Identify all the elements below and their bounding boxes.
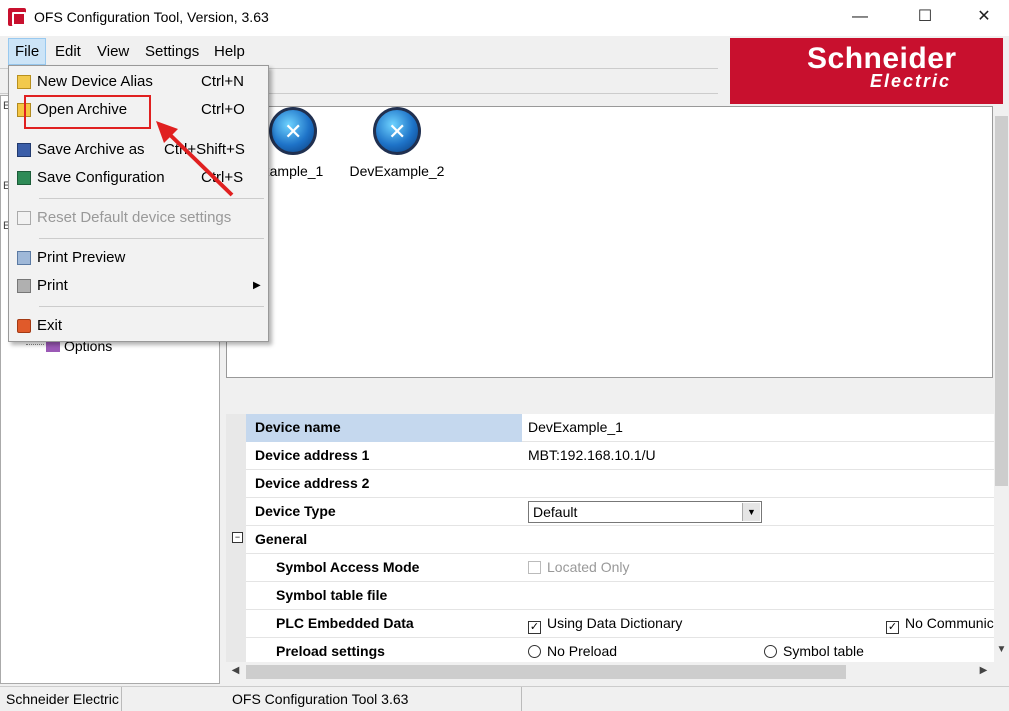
scroll-left-icon[interactable]: ◀ xyxy=(228,665,243,676)
save-icon xyxy=(17,171,31,185)
minimize-button[interactable]: — xyxy=(837,0,883,34)
menu-item-label: Save Configuration xyxy=(37,169,165,186)
property-name: Device Type xyxy=(255,503,336,519)
property-name: Device address 2 xyxy=(255,475,370,491)
vertical-scrollbar[interactable]: ▼ xyxy=(994,106,1009,662)
property-name: PLC Embedded Data xyxy=(276,615,414,631)
app-icon[interactable] xyxy=(8,8,26,26)
data-dictionary-checkbox[interactable]: ✓ xyxy=(528,621,541,634)
submenu-arrow-icon: ▶ xyxy=(253,280,261,291)
menu-item-shortcut: Ctrl+N xyxy=(201,73,244,90)
menu-separator xyxy=(39,238,264,239)
property-name: Preload settings xyxy=(276,643,385,659)
menu-item-label: Reset Default device settings xyxy=(37,209,232,226)
property-name: Symbol Access Mode xyxy=(276,559,420,575)
window-title: OFS Configuration Tool, Version, 3.63 xyxy=(34,9,269,25)
menu-item-label: Print Preview xyxy=(37,249,126,266)
property-row[interactable]: Symbol Access Mode Located Only xyxy=(246,554,994,582)
close-button[interactable]: ✕ xyxy=(961,0,1007,34)
checkbox-label: No Communic xyxy=(905,615,994,631)
status-app: OFS Configuration Tool 3.63 xyxy=(226,687,522,711)
scroll-right-icon[interactable]: ▶ xyxy=(976,665,991,676)
radio-label: No Preload xyxy=(547,643,618,659)
highlight-box xyxy=(24,95,151,129)
menu-item-label: New Device Alias xyxy=(37,73,153,90)
property-value: Located Only xyxy=(528,554,630,582)
menu-settings[interactable]: Settings xyxy=(139,38,205,65)
menu-item-print[interactable]: Print ▶ xyxy=(11,273,266,299)
printer-icon xyxy=(17,279,31,293)
horizontal-scrollbar[interactable]: ◀ ▶ xyxy=(226,662,994,682)
radio-label: Symbol table xyxy=(783,643,864,659)
collapse-icon[interactable]: − xyxy=(232,532,243,543)
menu-item-label: Exit xyxy=(37,317,63,334)
status-bar: Schneider Electric OFS Configuration Too… xyxy=(0,686,1009,711)
property-value: No Preload xyxy=(528,638,617,662)
menu-item-new-device-alias[interactable]: New Device Alias Ctrl+N xyxy=(11,69,266,95)
menu-item-reset-defaults: Reset Default device settings xyxy=(11,205,266,231)
device-area: xample_1 DevExample_2 xyxy=(226,106,993,378)
property-row[interactable]: Preload settings No Preload Symbol table xyxy=(246,638,994,662)
property-row[interactable]: Device Type Default ▼ xyxy=(246,498,994,526)
property-row[interactable]: General xyxy=(246,526,994,554)
device-type-select[interactable]: Default ▼ xyxy=(528,501,762,523)
new-alias-icon xyxy=(17,75,31,89)
menu-item-exit[interactable]: Exit xyxy=(11,313,266,339)
chevron-down-icon[interactable]: ▼ xyxy=(742,503,760,521)
menu-item-label: Save Archive as xyxy=(37,141,145,158)
menu-item-label: Print xyxy=(37,277,68,294)
scroll-thumb[interactable] xyxy=(995,116,1008,486)
unity-device-icon xyxy=(269,107,317,155)
property-name: Symbol table file xyxy=(276,587,388,603)
menu-bar: File Edit View Settings Help xyxy=(0,38,730,65)
menu-help[interactable]: Help xyxy=(208,38,251,65)
property-category: General xyxy=(255,531,308,547)
red-arrow-icon xyxy=(156,121,234,197)
schneider-logo: Schneider Electric xyxy=(730,38,1003,104)
property-row[interactable]: Device address 2 xyxy=(246,470,994,498)
property-value[interactable]: MBT:192.168.10.1/U xyxy=(528,442,656,470)
scroll-down-icon[interactable]: ▼ xyxy=(994,644,1009,655)
property-value: ✓ Using Data Dictionary xyxy=(528,610,682,638)
checkbox-label: Using Data Dictionary xyxy=(547,615,683,631)
select-value: Default xyxy=(533,504,578,520)
status-company: Schneider Electric xyxy=(0,687,122,711)
save-archive-icon xyxy=(17,143,31,157)
property-value: Symbol table xyxy=(764,638,864,662)
print-preview-icon xyxy=(17,251,31,265)
menu-item-print-preview[interactable]: Print Preview xyxy=(11,245,266,271)
property-name: Device address 1 xyxy=(255,447,370,463)
symbol-table-radio[interactable] xyxy=(764,645,777,658)
maximize-button[interactable]: ☐ xyxy=(902,0,948,34)
property-row[interactable]: Symbol table file xyxy=(246,582,994,610)
menu-separator xyxy=(39,306,264,307)
title-bar: OFS Configuration Tool, Version, 3.63 — … xyxy=(0,0,1009,36)
logo-text-electric: Electric xyxy=(870,71,952,91)
device-label: DevExample_2 xyxy=(349,163,445,179)
exit-icon xyxy=(17,319,31,333)
unity-device-icon xyxy=(373,107,421,155)
reset-icon xyxy=(17,211,31,225)
property-name: Device name xyxy=(246,414,522,442)
located-only-checkbox xyxy=(528,561,541,574)
no-communication-checkbox[interactable]: ✓ xyxy=(886,621,899,634)
checkbox-label: Located Only xyxy=(547,559,630,575)
menu-view[interactable]: View xyxy=(91,38,135,65)
tree-connector xyxy=(26,344,44,345)
device-item[interactable]: DevExample_2 xyxy=(347,107,447,179)
menu-edit[interactable]: Edit xyxy=(49,38,87,65)
property-value[interactable]: DevExample_1 xyxy=(528,414,623,442)
property-grid: − Device name DevExample_1 Device addres… xyxy=(226,414,994,662)
property-gutter: − xyxy=(226,414,246,662)
menu-file[interactable]: File xyxy=(8,38,47,65)
no-preload-radio[interactable] xyxy=(528,645,541,658)
property-row[interactable]: Device name DevExample_1 xyxy=(246,414,994,442)
scroll-thumb[interactable] xyxy=(246,665,846,679)
property-row[interactable]: Device address 1 MBT:192.168.10.1/U xyxy=(246,442,994,470)
property-row[interactable]: PLC Embedded Data ✓ Using Data Dictionary… xyxy=(246,610,994,638)
property-value: ✓ No Communic xyxy=(886,610,994,638)
